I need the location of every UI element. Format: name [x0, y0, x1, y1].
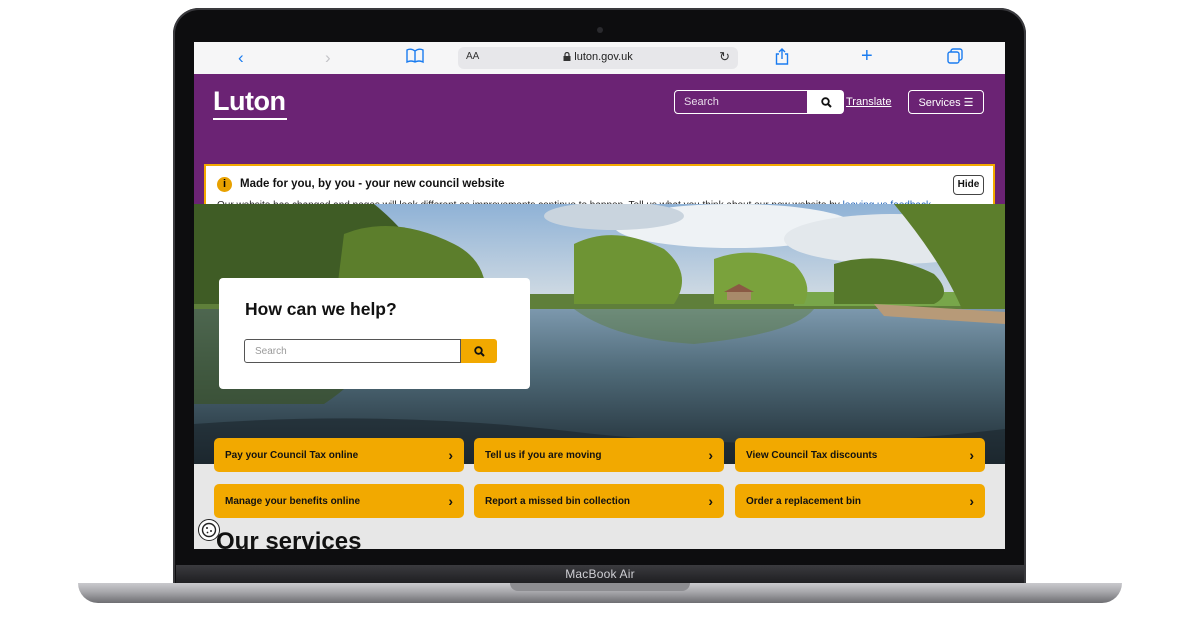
device-label: MacBook Air — [565, 567, 635, 581]
quick-link-label: Report a missed bin collection — [485, 495, 631, 507]
cookie-icon — [201, 522, 217, 538]
tabs-icon[interactable] — [947, 48, 963, 69]
browser-screen: ‹ › AA luton.gov.uk ↻ + Luton Translate — [194, 42, 1005, 549]
new-tab-icon[interactable]: + — [861, 46, 873, 66]
bookmarks-icon[interactable] — [406, 48, 424, 69]
quick-link-label: Pay your Council Tax online — [225, 449, 359, 461]
help-search-input[interactable] — [244, 339, 461, 363]
search-icon — [473, 345, 485, 357]
quick-link-moving[interactable]: Tell us if you are moving › — [474, 438, 724, 472]
header-search-input[interactable] — [674, 90, 808, 114]
forward-icon[interactable]: › — [325, 48, 331, 68]
chevron-right-icon: › — [969, 493, 974, 509]
share-icon[interactable] — [775, 48, 789, 70]
header-search-button[interactable] — [808, 90, 844, 114]
back-icon[interactable]: ‹ — [238, 48, 244, 68]
chevron-right-icon: › — [708, 493, 713, 509]
hero-image: How can we help? — [194, 204, 1005, 464]
info-icon: i — [217, 177, 232, 192]
services-heading: Our services — [216, 528, 362, 549]
site-logo[interactable]: Luton — [213, 86, 286, 117]
quick-link-council-tax-discounts[interactable]: View Council Tax discounts › — [735, 438, 985, 472]
address-bar[interactable]: AA luton.gov.uk ↻ — [458, 47, 738, 69]
chevron-right-icon: › — [448, 493, 453, 509]
services-menu-button[interactable]: Services ☰ — [908, 90, 984, 114]
quick-link-missed-bin[interactable]: Report a missed bin collection › — [474, 484, 724, 518]
quick-link-pay-council-tax[interactable]: Pay your Council Tax online › — [214, 438, 464, 472]
camera-icon — [597, 27, 603, 33]
cookie-settings-button[interactable] — [198, 519, 220, 541]
quick-link-label: View Council Tax discounts — [746, 449, 878, 461]
chevron-right-icon: › — [448, 447, 453, 463]
quick-link-replacement-bin[interactable]: Order a replacement bin › — [735, 484, 985, 518]
quick-link-benefits[interactable]: Manage your benefits online › — [214, 484, 464, 518]
browser-toolbar: ‹ › AA luton.gov.uk ↻ + — [194, 42, 1005, 75]
quick-link-label: Tell us if you are moving — [485, 449, 602, 461]
help-search-button[interactable] — [461, 339, 497, 363]
quick-link-label: Order a replacement bin — [746, 495, 862, 507]
hide-notice-button[interactable]: Hide — [953, 175, 984, 195]
quick-link-label: Manage your benefits online — [225, 495, 361, 507]
url-text: luton.gov.uk — [458, 51, 738, 63]
notice-title: Made for you, by you - your new council … — [240, 178, 505, 190]
logo-underline — [213, 118, 287, 120]
laptop-notch — [510, 583, 690, 591]
help-heading: How can we help? — [245, 299, 397, 319]
help-search-card: How can we help? — [219, 278, 530, 389]
translate-link[interactable]: Translate — [846, 96, 891, 108]
search-icon — [820, 96, 832, 108]
lock-icon — [563, 51, 571, 61]
site-header: Luton Translate Services ☰ i Made for yo… — [194, 74, 1005, 224]
reload-icon[interactable]: ↻ — [719, 49, 730, 65]
chevron-right-icon: › — [969, 447, 974, 463]
chevron-right-icon: › — [708, 447, 713, 463]
